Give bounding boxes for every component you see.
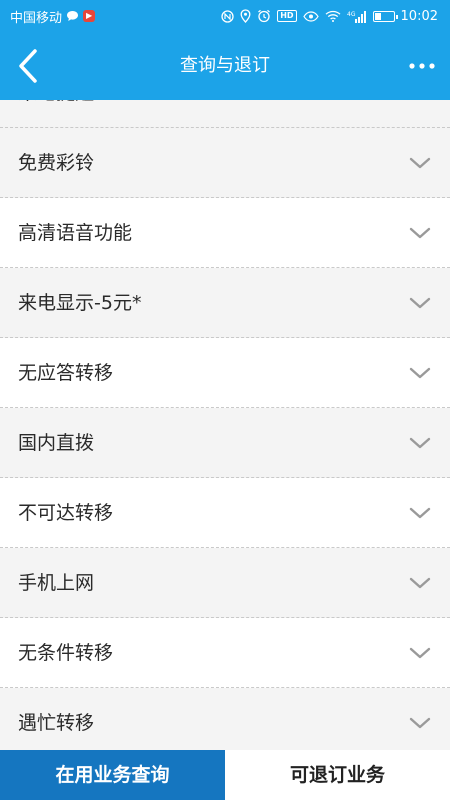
wifi-icon [325, 10, 341, 22]
tab-active-services[interactable]: 在用业务查询 [0, 750, 225, 800]
list-item-label: 遇忙转移 [18, 712, 95, 734]
list-item-label: 手机上网 [18, 572, 95, 594]
hd-icon: HD [277, 10, 297, 22]
list-item-label: 高清语音功能 [18, 222, 133, 244]
nfc-icon [221, 9, 234, 23]
chevron-down-icon [409, 297, 431, 309]
status-left: 中国移动 ▶ [10, 0, 96, 32]
chevron-down-icon [409, 577, 431, 589]
status-bar: 中国移动 ▶ HD 4G 10:02 [0, 0, 450, 32]
app-header: 查询与退订 [0, 32, 450, 100]
signal-icon: 4G [347, 10, 367, 23]
list-item[interactable]: 高清语音功能 [0, 198, 450, 268]
chevron-down-icon [409, 227, 431, 239]
service-list: 来电提醒 免费彩铃 高清语音功能 来电显示-5元* 无应答转移 国内直拨 不可达… [0, 100, 450, 750]
battery-icon [372, 10, 398, 22]
list-item[interactable]: 不可达转移 [0, 478, 450, 548]
list-item-label: 来电提醒 [18, 100, 94, 128]
bottom-tabs: 在用业务查询 可退订业务 [0, 750, 450, 800]
chevron-down-icon [409, 507, 431, 519]
list-item-label: 国内直拨 [18, 432, 95, 454]
eye-icon [302, 10, 319, 22]
alarm-icon [257, 9, 271, 23]
list-item[interactable]: 手机上网 [0, 548, 450, 618]
list-item-label: 无条件转移 [18, 642, 114, 664]
back-button[interactable] [6, 40, 50, 92]
chevron-down-icon [409, 157, 431, 169]
list-item[interactable]: 遇忙转移 [0, 688, 450, 750]
chevron-down-icon [409, 647, 431, 659]
status-time: 10:02 [400, 8, 438, 24]
list-item[interactable]: 国内直拨 [0, 408, 450, 478]
list-item[interactable]: 无应答转移 [0, 338, 450, 408]
carrier-name: 中国移动 [10, 10, 63, 26]
page-title: 查询与退订 [180, 55, 270, 76]
list-item[interactable]: 免费彩铃 [0, 128, 450, 198]
list-item-label: 不可达转移 [18, 502, 114, 524]
chevron-down-icon [409, 367, 431, 379]
list-item[interactable]: 来电提醒 [0, 100, 450, 128]
status-right: HD 4G 10:02 [221, 0, 438, 32]
list-item-label: 无应答转移 [18, 362, 114, 384]
list-item-label: 免费彩铃 [18, 152, 95, 174]
message-icon [66, 10, 79, 22]
app-icon: ▶ [83, 10, 96, 22]
chevron-left-icon [19, 49, 37, 83]
chevron-down-icon [409, 437, 431, 449]
more-icon [409, 63, 435, 69]
tab-cancellable-services[interactable]: 可退订业务 [225, 750, 450, 800]
svg-text:4G: 4G [347, 11, 356, 18]
more-button[interactable] [400, 40, 444, 92]
list-item[interactable]: 无条件转移 [0, 618, 450, 688]
chevron-down-icon [409, 717, 431, 729]
chevron-down-icon [408, 100, 432, 103]
list-item-label: 来电显示-5元* [18, 292, 142, 314]
location-icon [240, 9, 251, 23]
list-item[interactable]: 来电显示-5元* [0, 268, 450, 338]
